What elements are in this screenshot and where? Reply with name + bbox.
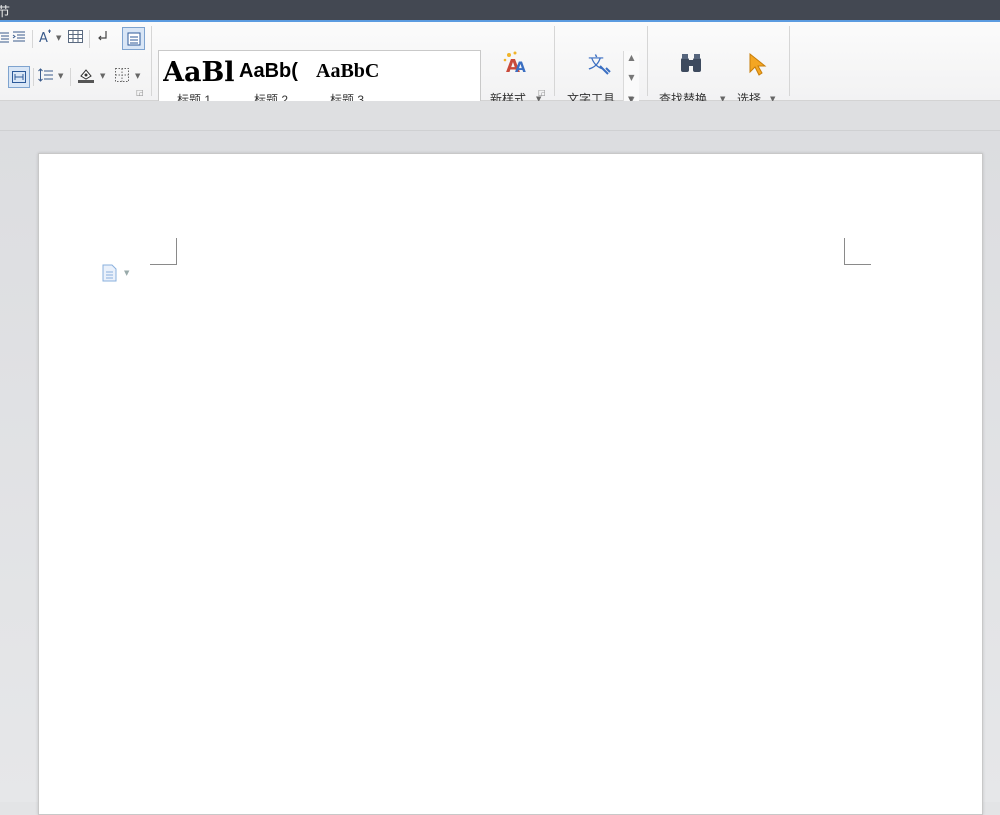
table-icon[interactable] xyxy=(66,28,84,46)
paragraph-dialog-launcher-icon[interactable]: ◲ xyxy=(136,88,144,97)
group-separator xyxy=(789,26,790,96)
title-text: 节 xyxy=(0,5,11,20)
ribbon: A ▼ ▼ ▼ ▼ ◲ AaBl 标题 1 AaBb( 标题 2 AaBbC 标… xyxy=(0,22,1000,112)
separator xyxy=(70,68,71,86)
style-sample: AaBb( xyxy=(239,60,298,82)
binoculars-icon xyxy=(678,52,704,76)
svg-text:文: 文 xyxy=(588,53,604,72)
outdent-icon[interactable] xyxy=(10,28,28,46)
margin-corner-top-right xyxy=(844,238,871,265)
ruler-bar xyxy=(0,101,1000,131)
borders-icon[interactable] xyxy=(113,66,131,84)
chevron-down-icon[interactable]: ▼ xyxy=(56,34,61,42)
svg-text:A: A xyxy=(39,31,48,45)
line-spacing-icon[interactable] xyxy=(37,66,55,84)
group-separator xyxy=(151,26,152,96)
group-separator xyxy=(647,26,648,96)
title-bar: 节 xyxy=(0,0,1000,22)
chevron-down-icon[interactable]: ▼ xyxy=(58,72,63,80)
document-page[interactable]: ▼ xyxy=(38,153,983,815)
group-separator xyxy=(554,26,555,96)
frame-icon[interactable] xyxy=(122,27,145,50)
new-style-icon: AA xyxy=(502,50,530,78)
scroll-down-icon[interactable]: ▼ xyxy=(624,73,639,82)
scroll-up-icon[interactable]: ▲ xyxy=(624,53,639,62)
chevron-down-icon[interactable]: ▼ xyxy=(124,269,129,277)
separator xyxy=(33,68,34,86)
svg-text:A: A xyxy=(515,60,526,76)
cursor-arrow-icon xyxy=(746,52,770,76)
style-sample: AaBl xyxy=(163,57,235,88)
line-break-icon[interactable] xyxy=(94,28,112,46)
text-tools-icon: 文 xyxy=(586,50,614,78)
separator xyxy=(89,30,90,48)
separator xyxy=(32,30,33,48)
margin-corner-top-left xyxy=(150,238,177,265)
shading-icon[interactable] xyxy=(77,66,95,84)
chevron-down-icon[interactable]: ▼ xyxy=(135,72,140,80)
style-sample: AaBbC xyxy=(316,60,380,82)
distribute-icon[interactable] xyxy=(8,66,30,88)
chevron-down-icon[interactable]: ▼ xyxy=(100,72,105,80)
text-direction-icon[interactable]: A xyxy=(37,28,55,46)
document-icon[interactable] xyxy=(102,264,118,282)
styles-dialog-launcher-icon[interactable]: ◲ xyxy=(538,88,546,97)
